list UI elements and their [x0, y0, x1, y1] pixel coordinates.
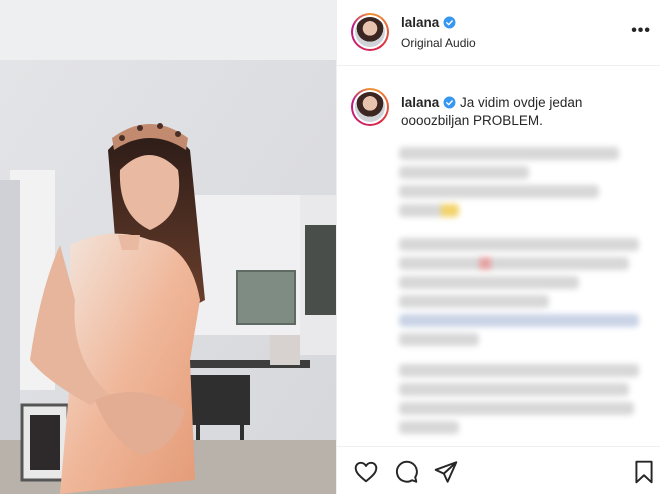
- post-side-panel: lalana Original Audio ••• lalana Ja vidi…: [336, 0, 660, 494]
- post-video[interactable]: [0, 0, 336, 494]
- blurred-comment: [399, 147, 619, 223]
- comment-icon[interactable]: [393, 459, 419, 485]
- author-username-row: lalana: [401, 15, 456, 30]
- verified-badge-icon: [443, 96, 456, 109]
- caption: lalana Ja vidim ovdje jedan oooozbiljan …: [401, 94, 631, 130]
- verified-badge-icon: [443, 16, 456, 29]
- caption-avatar[interactable]: [351, 88, 389, 126]
- blurred-comment: [399, 238, 639, 352]
- audio-label[interactable]: Original Audio: [401, 36, 476, 50]
- post-action-bar: [337, 446, 660, 494]
- author-username[interactable]: lalana: [401, 15, 439, 30]
- caption-username[interactable]: lalana: [401, 95, 439, 110]
- post-header: lalana Original Audio •••: [337, 0, 660, 66]
- blurred-comment: [399, 364, 639, 440]
- paper-plane-icon[interactable]: [433, 459, 459, 485]
- video-frame-illustration: [0, 0, 336, 494]
- more-options-icon[interactable]: •••: [631, 22, 651, 40]
- heart-icon[interactable]: [353, 459, 379, 485]
- bookmark-icon[interactable]: [631, 459, 657, 485]
- avatar[interactable]: [351, 13, 389, 51]
